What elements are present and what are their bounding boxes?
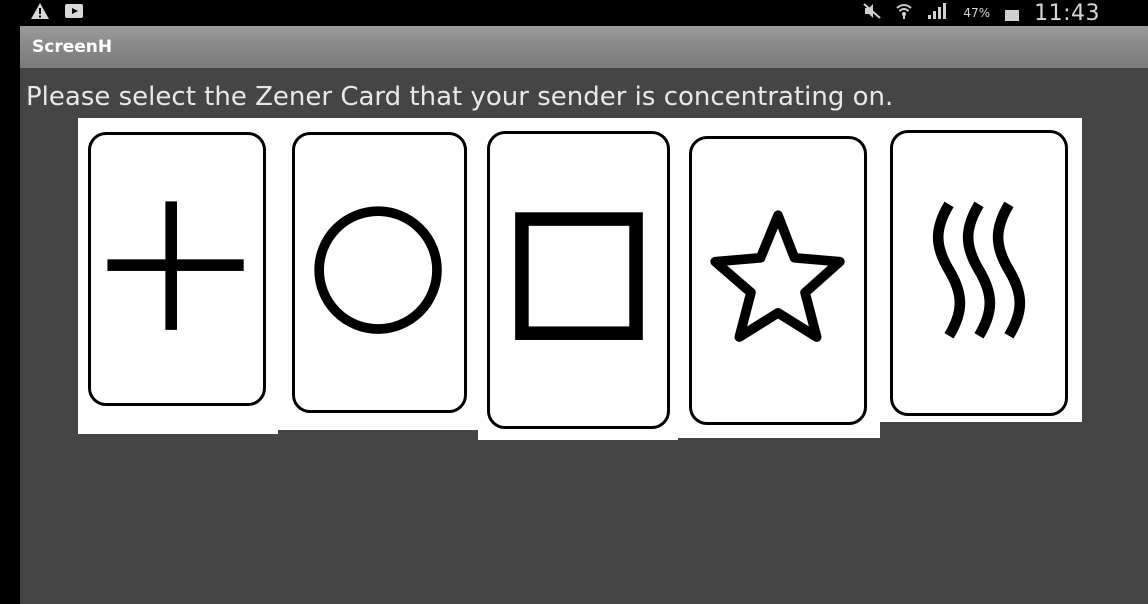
instruction-text: Please select the Zener Card that your s… <box>26 82 894 112</box>
battery-percent: 47% <box>963 6 991 20</box>
app-title-bar: ScreenH <box>20 26 1148 68</box>
zener-card-square[interactable] <box>478 118 678 440</box>
zener-card-cross[interactable] <box>78 118 278 434</box>
signal-icon <box>927 2 949 24</box>
waves-icon <box>932 201 1026 339</box>
media-icon <box>64 2 84 24</box>
cross-icon <box>107 201 244 330</box>
status-left-icons <box>30 2 84 24</box>
app-title: ScreenH <box>32 37 113 57</box>
main-content: Please select the Zener Card that your s… <box>20 68 1148 604</box>
zener-card-star[interactable] <box>678 118 880 438</box>
status-right-icons: 47% 11:43 <box>863 0 1100 26</box>
wifi-icon <box>895 2 913 24</box>
square-icon <box>515 212 643 340</box>
star-icon <box>710 210 845 342</box>
clock: 11:43 <box>1034 0 1100 26</box>
circle-icon <box>314 206 442 334</box>
status-bar: 47% 11:43 <box>0 0 1148 26</box>
warning-icon <box>30 2 50 24</box>
mute-icon <box>863 3 882 23</box>
battery-icon <box>1004 1 1020 25</box>
zener-card-circle[interactable] <box>278 118 478 430</box>
zener-card-waves[interactable] <box>880 118 1082 422</box>
